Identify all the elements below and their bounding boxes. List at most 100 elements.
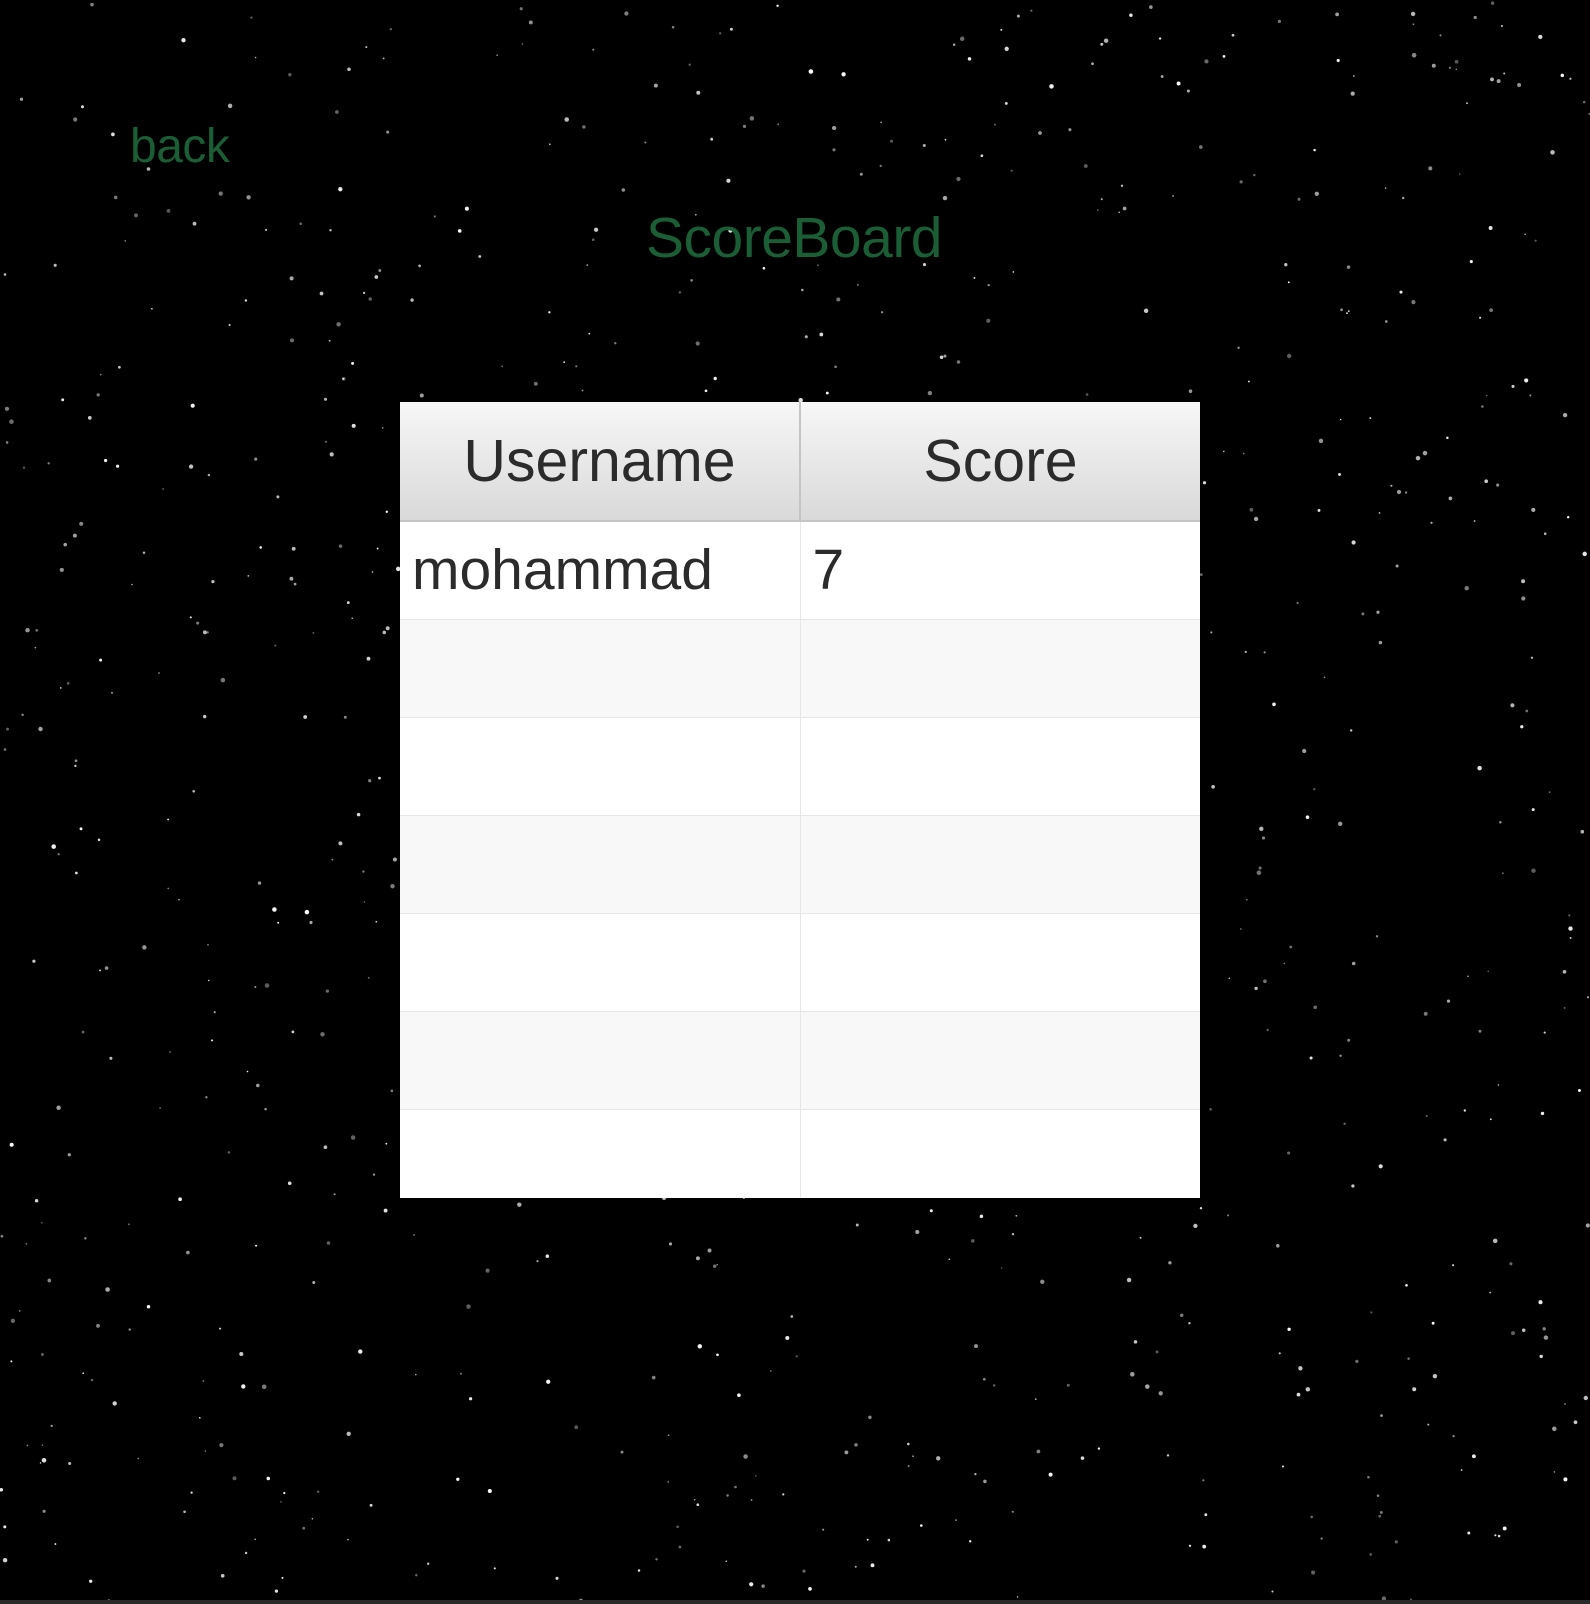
star (79, 827, 83, 831)
star (1473, 520, 1476, 522)
star (994, 123, 996, 126)
star (1338, 472, 1341, 476)
star (671, 25, 675, 29)
star (1049, 84, 1054, 89)
star (1083, 164, 1088, 168)
star (1004, 101, 1008, 105)
star (338, 187, 343, 192)
star (1179, 1313, 1184, 1318)
star (1524, 378, 1529, 383)
star (1378, 1164, 1383, 1169)
star (220, 1573, 225, 1578)
column-header-score[interactable]: Score (800, 402, 1200, 522)
star (1143, 308, 1149, 314)
star (1000, 28, 1003, 31)
star (915, 1229, 920, 1235)
star (880, 121, 882, 124)
star (1473, 15, 1477, 20)
star (255, 1244, 258, 1247)
scoreboard-table: Username Score mohammad 7 (400, 402, 1200, 1198)
star (971, 1239, 975, 1243)
star (1380, 1414, 1383, 1417)
star (365, 46, 368, 49)
star (220, 677, 226, 683)
star (1287, 353, 1292, 359)
star (1563, 1006, 1566, 1009)
star (211, 1039, 214, 1042)
star (3, 273, 7, 276)
star (331, 858, 334, 861)
star (293, 582, 297, 586)
star (103, 458, 108, 463)
star (777, 123, 780, 126)
star (1313, 148, 1316, 152)
star (1284, 263, 1288, 267)
star (1553, 1471, 1556, 1473)
star (254, 56, 257, 59)
star (105, 1287, 110, 1292)
star (162, 488, 164, 490)
star (1582, 551, 1587, 557)
star (464, 206, 469, 211)
star (1097, 1447, 1101, 1450)
star (81, 1030, 85, 1034)
star (10, 1318, 16, 1323)
star (588, 332, 591, 335)
star (906, 1442, 910, 1446)
star (265, 228, 268, 231)
star (1314, 191, 1319, 196)
star (1585, 1223, 1590, 1228)
star (1202, 1479, 1205, 1482)
username-cell (400, 1109, 801, 1198)
star (4, 406, 10, 411)
star (289, 276, 294, 281)
star (1431, 63, 1436, 68)
star (1448, 496, 1453, 501)
back-link[interactable]: back (130, 118, 230, 176)
column-header-username[interactable]: Username (400, 402, 801, 522)
star (1458, 173, 1461, 175)
star (42, 1509, 46, 1513)
star (695, 341, 700, 346)
star (1452, 1264, 1455, 1267)
star (202, 1379, 205, 1382)
star (1531, 868, 1536, 873)
star (311, 1517, 314, 1520)
star (1313, 788, 1316, 791)
star (1467, 975, 1469, 978)
star (1012, 271, 1015, 273)
star (592, 48, 595, 51)
star (1394, 1540, 1398, 1544)
star (1573, 1420, 1578, 1425)
star (244, 1551, 248, 1555)
star (289, 338, 295, 343)
star (287, 1181, 292, 1186)
star (1276, 1244, 1280, 1248)
star (9, 419, 14, 424)
star (1222, 55, 1226, 58)
star (244, 299, 248, 302)
star (190, 403, 195, 408)
star (68, 1461, 72, 1466)
star (919, 1524, 923, 1527)
table-row (400, 717, 1200, 816)
star (1479, 316, 1482, 319)
star (1258, 866, 1262, 870)
star (1489, 1118, 1492, 1121)
star (368, 297, 372, 301)
star (1511, 384, 1515, 388)
star (1349, 729, 1353, 732)
star (487, 1489, 492, 1493)
star (586, 264, 589, 267)
star (351, 423, 356, 428)
star (734, 1485, 737, 1489)
star (1310, 1515, 1314, 1519)
star (713, 1264, 717, 1268)
star (1566, 515, 1570, 519)
table-row[interactable]: mohammad 7 (400, 521, 1200, 620)
star (338, 841, 343, 846)
star (72, 533, 77, 538)
star (1487, 970, 1489, 973)
star (1004, 46, 1009, 51)
star (1369, 1553, 1372, 1556)
